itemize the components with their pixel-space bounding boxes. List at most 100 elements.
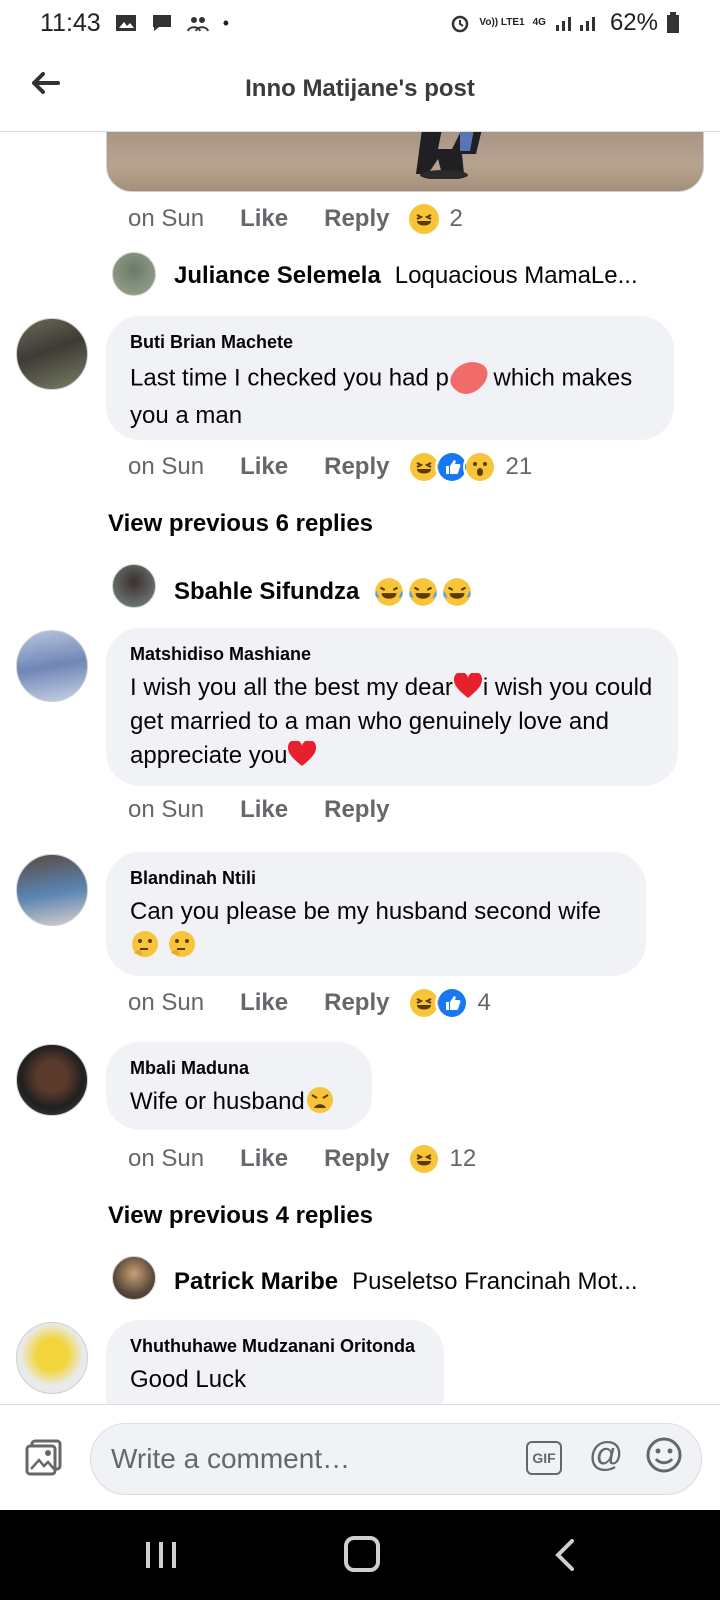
reply-preview[interactable]: Sbahle Sifundza bbox=[174, 576, 473, 608]
avatar[interactable] bbox=[112, 564, 156, 608]
avatar[interactable] bbox=[16, 318, 88, 390]
comment-composer: Write a comment… GIF @ bbox=[0, 1404, 720, 1510]
comment-time: on Sun bbox=[128, 205, 205, 232]
comment-time: on Sun bbox=[128, 796, 205, 823]
people-icon bbox=[186, 17, 209, 32]
comment-author[interactable]: Blandinah Ntili bbox=[130, 868, 622, 889]
avatar[interactable] bbox=[112, 1256, 156, 1300]
recent-apps-icon[interactable] bbox=[144, 1540, 178, 1570]
photo-content bbox=[416, 132, 482, 179]
emoji-icon[interactable] bbox=[644, 1435, 684, 1475]
redaction-mark bbox=[445, 359, 491, 399]
comment-time: on Sun bbox=[128, 989, 205, 1016]
signal-icon bbox=[555, 17, 595, 31]
mention-icon[interactable]: @ bbox=[586, 1435, 626, 1475]
like-reaction-icon bbox=[435, 986, 470, 1020]
reply-button[interactable]: Reply bbox=[324, 205, 389, 233]
status-bar: 11:43 • Vo)) LTE1 4G 62% bbox=[0, 0, 720, 46]
red-heart-icon bbox=[453, 671, 482, 698]
post-header: Inno Matijane's post bbox=[0, 46, 720, 132]
comments-list[interactable]: on Sun Like Reply 2 Juliance Selemela Lo… bbox=[0, 132, 720, 1404]
gallery-icon bbox=[115, 15, 136, 31]
comment-actions: on Sun Like Reply bbox=[128, 796, 389, 824]
avatar[interactable] bbox=[16, 1044, 88, 1116]
comment-actions: on Sun Like Reply 2 bbox=[128, 202, 463, 236]
avatar[interactable] bbox=[16, 854, 88, 926]
comment-actions: on Sun Like Reply 21 bbox=[128, 450, 532, 484]
haha-reaction-icon bbox=[407, 1142, 442, 1176]
back-icon[interactable] bbox=[552, 1538, 578, 1572]
comment-actions: on Sun Like Reply 12 bbox=[128, 1142, 476, 1176]
status-time: 11:43 bbox=[40, 8, 101, 37]
reaction-count: 2 bbox=[449, 205, 463, 232]
comment-text: Wife or husband bbox=[130, 1085, 348, 1119]
reply-button[interactable]: Reply bbox=[324, 1145, 389, 1173]
comment-actions: on Sun Like Reply 4 bbox=[128, 986, 491, 1020]
reply-button[interactable]: Reply bbox=[324, 989, 389, 1017]
thinking-face-icon bbox=[132, 931, 158, 957]
comment-bubble[interactable]: Vhuthuhawe Mudzanani Oritonda Good Luck bbox=[106, 1320, 444, 1404]
weary-face-icon bbox=[306, 1087, 333, 1113]
comment-author[interactable]: Vhuthuhawe Mudzanani Oritonda bbox=[130, 1336, 420, 1357]
reply-author[interactable]: Patrick Maribe bbox=[174, 1268, 338, 1296]
reply-author[interactable]: Sbahle Sifundza bbox=[174, 578, 359, 606]
page-title: Inno Matijane's post bbox=[245, 74, 475, 102]
arrow-left-icon[interactable] bbox=[28, 66, 62, 100]
gif-icon[interactable]: GIF bbox=[526, 1441, 562, 1475]
like-button[interactable]: Like bbox=[240, 453, 288, 481]
reply-preview[interactable]: Patrick Maribe Puseletso Francinah Mot..… bbox=[174, 1268, 638, 1296]
reaction-count: 21 bbox=[505, 453, 533, 480]
like-button[interactable]: Like bbox=[240, 1145, 288, 1173]
comment-text-part: I wish you all the best my dear bbox=[130, 674, 453, 701]
photo-icon[interactable] bbox=[24, 1437, 64, 1477]
comment-bubble[interactable]: Matshidiso Mashiane I wish you all the b… bbox=[106, 628, 678, 786]
red-heart-icon bbox=[288, 739, 317, 766]
comment-text-part: Can you please be my husband second wife bbox=[130, 898, 601, 925]
comment-text: I wish you all the best my dear i wish yo… bbox=[130, 671, 654, 773]
reaction-summary[interactable] bbox=[407, 1142, 442, 1176]
reaction-summary[interactable] bbox=[407, 202, 442, 236]
avatar[interactable] bbox=[16, 630, 88, 702]
reply-button[interactable]: Reply bbox=[324, 453, 389, 481]
reaction-count: 12 bbox=[449, 1145, 477, 1172]
reaction-summary[interactable] bbox=[407, 986, 470, 1020]
comment-author[interactable]: Mbali Maduna bbox=[130, 1058, 348, 1079]
like-button[interactable]: Like bbox=[240, 989, 288, 1017]
system-nav-bar bbox=[0, 1510, 720, 1600]
comment-text: Last time I checked you had p which make… bbox=[130, 359, 650, 433]
avatar[interactable] bbox=[16, 1322, 88, 1394]
avatar[interactable] bbox=[112, 252, 156, 296]
haha-reaction-icon bbox=[407, 202, 442, 236]
message-icon bbox=[152, 15, 171, 31]
reaction-count: 4 bbox=[477, 989, 491, 1016]
comment-photo[interactable] bbox=[106, 132, 704, 192]
reaction-summary[interactable] bbox=[407, 450, 498, 484]
battery-icon bbox=[667, 12, 679, 33]
like-button[interactable]: Like bbox=[240, 205, 288, 233]
reply-author[interactable]: Juliance Selemela bbox=[174, 262, 381, 290]
reply-button[interactable]: Reply bbox=[324, 796, 389, 824]
laughing-tears-icon bbox=[373, 576, 473, 608]
comment-bubble[interactable]: Buti Brian Machete Last time I checked y… bbox=[106, 316, 674, 440]
reply-snippet: Puseletso Francinah Mot... bbox=[352, 1268, 638, 1295]
comment-author[interactable]: Buti Brian Machete bbox=[130, 332, 650, 353]
home-icon[interactable] bbox=[344, 1536, 380, 1572]
network-indicator: 4G bbox=[532, 17, 546, 28]
dot-icon: • bbox=[222, 12, 230, 33]
view-previous-replies[interactable]: View previous 6 replies bbox=[108, 510, 373, 538]
comment-text-part: Wife or husband bbox=[130, 1088, 305, 1115]
wow-reaction-icon bbox=[463, 450, 498, 484]
volte-indicator: Vo)) LTE1 bbox=[479, 17, 525, 28]
comment-bubble[interactable]: Blandinah Ntili Can you please be my hus… bbox=[106, 852, 646, 976]
comment-author[interactable]: Matshidiso Mashiane bbox=[130, 644, 654, 665]
reply-snippet: Loquacious MamaLe... bbox=[394, 262, 638, 289]
thinking-face-icon bbox=[168, 931, 195, 957]
comment-text-part: Last time I checked you had p bbox=[130, 364, 449, 392]
comment-time: on Sun bbox=[128, 453, 205, 480]
view-previous-replies[interactable]: View previous 4 replies bbox=[108, 1202, 373, 1230]
reply-preview[interactable]: Juliance Selemela Loquacious MamaLe... bbox=[174, 262, 638, 290]
comment-bubble[interactable]: Mbali Maduna Wife or husband bbox=[106, 1042, 372, 1130]
battery-percent: 62% bbox=[609, 9, 658, 36]
like-button[interactable]: Like bbox=[240, 796, 288, 824]
comment-text: Can you please be my husband second wife bbox=[130, 895, 622, 963]
